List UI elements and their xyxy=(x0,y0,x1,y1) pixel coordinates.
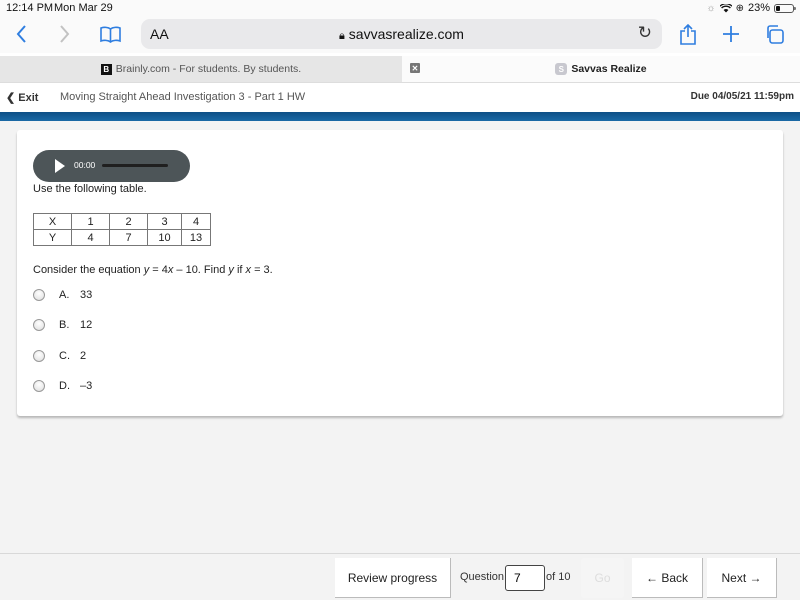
table-cell: 13 xyxy=(182,230,211,246)
status-time: 12:14 PM xyxy=(6,2,53,14)
text-fragment: = 4 xyxy=(149,264,168,276)
exit-label: Exit xyxy=(18,92,38,104)
radio-button[interactable] xyxy=(33,319,45,331)
header-accent-bar xyxy=(0,112,800,121)
audio-player: 00:00 xyxy=(33,150,190,182)
go-button[interactable]: Go xyxy=(581,558,624,598)
assignment-title: Moving Straight Ahead Investigation 3 - … xyxy=(60,91,305,103)
option-letter: D. xyxy=(59,380,80,392)
due-date: Due 04/05/21 11:59pm xyxy=(691,91,794,102)
table-cell: 7 xyxy=(110,230,148,246)
chevron-left-icon: ❮ xyxy=(6,92,15,104)
text-fragment: Consider the equation xyxy=(33,264,144,276)
option-letter: A. xyxy=(59,289,80,301)
chevron-left-icon[interactable] xyxy=(12,21,30,47)
close-icon[interactable]: ✕ xyxy=(410,63,420,73)
address-bar[interactable]: AA 🔒︎ savvasrealize.com ↻ xyxy=(141,19,662,49)
audio-progress-track[interactable] xyxy=(102,164,168,167)
battery-fill xyxy=(776,6,780,11)
tabs-icon[interactable] xyxy=(764,21,784,47)
status-bar: 12:14 PM Mon Mar 29 ☼ ⊕ 23% xyxy=(0,0,800,17)
back-button[interactable]: ← Back xyxy=(632,558,703,598)
tab-brainly[interactable]: B Brainly.com - For students. By student… xyxy=(0,56,402,82)
url-display[interactable]: 🔒︎ savvasrealize.com xyxy=(141,26,662,43)
text-fragment: = 3. xyxy=(251,264,273,276)
browser-toolbar: AA 🔒︎ savvasrealize.com ↻ xyxy=(0,17,800,53)
table-cell: Y xyxy=(34,230,72,246)
review-progress-button[interactable]: Review progress xyxy=(335,558,451,598)
table-row: X 1 2 3 4 xyxy=(34,214,211,230)
table-cell: 4 xyxy=(72,230,110,246)
tab-savvas[interactable]: ✕ S Savvas Realize xyxy=(402,56,800,82)
audio-time: 00:00 xyxy=(74,160,95,170)
option-value: 33 xyxy=(80,289,92,301)
option-letter: C. xyxy=(59,350,80,362)
answer-option-a[interactable]: A. 33 xyxy=(33,289,92,301)
exit-button[interactable]: ❮ Exit xyxy=(6,91,38,104)
option-value: 2 xyxy=(80,350,86,362)
radio-button[interactable] xyxy=(33,350,45,362)
assignment-header: ❮ Exit Moving Straight Ahead Investigati… xyxy=(0,83,800,112)
values-table: X 1 2 3 4 Y 4 7 10 13 xyxy=(33,213,211,246)
text-fragment: – 10. Find xyxy=(173,264,228,276)
browser-tabs: B Brainly.com - For students. By student… xyxy=(0,53,800,83)
table-cell: 2 xyxy=(110,214,148,230)
radio-button[interactable] xyxy=(33,289,45,301)
question-label: Question xyxy=(460,571,504,583)
battery-icon xyxy=(774,4,794,13)
status-date: Mon Mar 29 xyxy=(54,2,113,14)
table-cell: 10 xyxy=(148,230,182,246)
orientation-lock-icon: ⊕ xyxy=(736,3,744,14)
savvas-favicon-icon: S xyxy=(555,63,567,75)
answer-option-c[interactable]: C. 2 xyxy=(33,350,86,362)
chevron-right-icon[interactable] xyxy=(55,21,73,47)
question-text: Consider the equation y = 4x – 10. Find … xyxy=(33,264,273,276)
option-value: –3 xyxy=(80,380,92,392)
table-row: Y 4 7 10 13 xyxy=(34,230,211,246)
table-cell: X xyxy=(34,214,72,230)
next-button[interactable]: Next → xyxy=(707,558,777,598)
question-navigation: Review progress Question of 10 Go ← Back… xyxy=(0,553,800,600)
question-number-input[interactable] xyxy=(505,565,545,591)
share-icon[interactable] xyxy=(678,21,698,47)
table-cell: 4 xyxy=(182,214,211,230)
status-indicators: ☼ ⊕ 23% xyxy=(706,2,794,14)
answer-option-b[interactable]: B. 12 xyxy=(33,319,92,331)
brightness-icon: ☼ xyxy=(706,3,715,14)
battery-percent: 23% xyxy=(748,2,770,14)
brainly-favicon-icon: B xyxy=(101,64,112,75)
table-cell: 1 xyxy=(72,214,110,230)
plus-icon[interactable] xyxy=(721,21,741,47)
tab-label: Brainly.com - For students. By students. xyxy=(116,63,301,75)
table-cell: 3 xyxy=(148,214,182,230)
book-icon[interactable] xyxy=(99,21,121,47)
question-card: 00:00 Use the following table. X 1 2 3 4… xyxy=(17,130,783,416)
tab-label: Savvas Realize xyxy=(571,63,646,75)
option-value: 12 xyxy=(80,319,92,331)
wifi-icon xyxy=(720,4,732,13)
reload-icon[interactable]: ↻ xyxy=(638,23,652,43)
question-total: of 10 xyxy=(546,571,570,583)
url-text: savvasrealize.com xyxy=(349,26,464,42)
answer-option-d[interactable]: D. –3 xyxy=(33,380,92,392)
play-icon[interactable] xyxy=(55,159,65,173)
lock-icon: 🔒︎ xyxy=(339,30,345,42)
option-letter: B. xyxy=(59,319,80,331)
text-fragment: if xyxy=(234,264,246,276)
question-prompt: Use the following table. xyxy=(33,183,147,195)
radio-button[interactable] xyxy=(33,380,45,392)
